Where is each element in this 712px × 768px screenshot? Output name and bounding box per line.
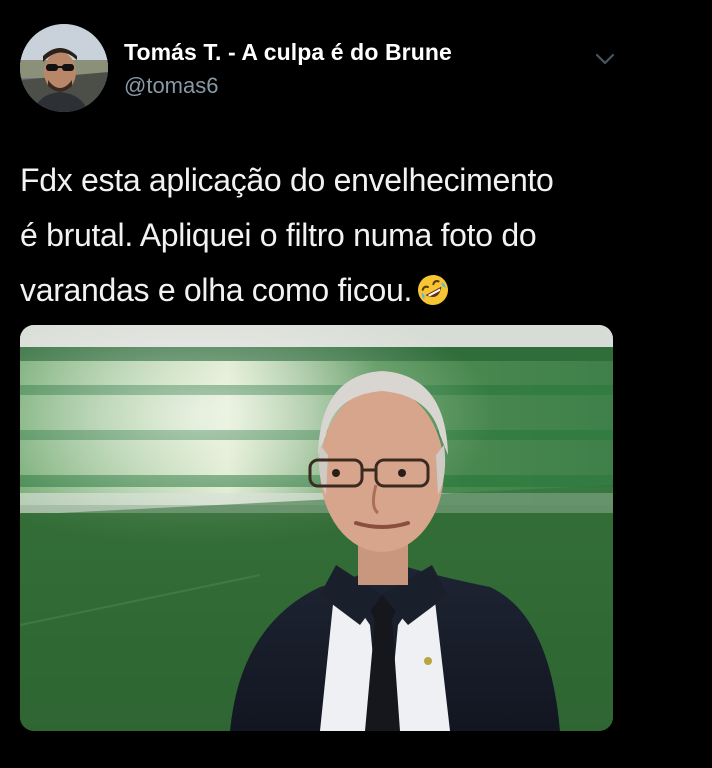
tweet: Tomás T. - A culpa é do Brune @tomas6 Fd…: [0, 0, 712, 768]
user-handle[interactable]: @tomas6: [124, 73, 218, 99]
tweet-text-line: Fdx esta aplicação do envelhecimento: [20, 162, 554, 198]
tweet-photo[interactable]: [20, 325, 613, 731]
tweet-text-line: varandas e olha como ficou.: [20, 263, 680, 318]
display-name[interactable]: Tomás T. - A culpa é do Brune: [124, 39, 452, 66]
tweet-text: Fdx esta aplicação do envelhecimento é b…: [20, 153, 680, 318]
tweet-text-line-content: varandas e olha como ficou.: [20, 272, 413, 308]
tweet-text-line: é brutal. Apliquei o filtro numa foto do: [20, 217, 537, 253]
rolling-on-the-floor-laughing-emoji-icon: [416, 269, 450, 305]
chevron-down-icon[interactable]: [593, 50, 617, 68]
avatar[interactable]: [20, 24, 108, 112]
